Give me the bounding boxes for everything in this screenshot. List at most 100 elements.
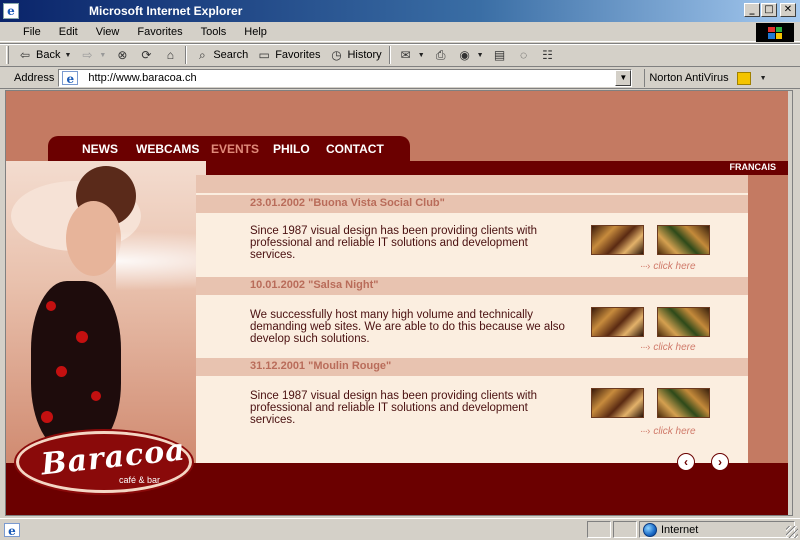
status-bar: e Internet (0, 518, 800, 540)
discuss-button[interactable]: ◌ (512, 45, 536, 65)
ie-icon[interactable]: e (3, 3, 19, 19)
history-label: History (347, 49, 382, 61)
stop-icon: ⊗ (117, 48, 128, 62)
nav-news[interactable]: NEWS (82, 142, 118, 156)
back-dropdown-icon[interactable]: ▼ (64, 52, 71, 59)
home-icon: ⌂ (166, 48, 174, 62)
back-button[interactable]: ⇦ Back ▼ (13, 45, 75, 65)
events-panel: 23.01.2002 "Buona Vista Social Club" Sin… (196, 175, 748, 463)
globe-icon (643, 522, 657, 537)
resize-grip[interactable] (786, 526, 798, 538)
dotted-arrow-icon: ···› (640, 426, 650, 437)
search-icon: ⌕ (198, 47, 206, 62)
nav-webcams[interactable]: WEBCAMS (136, 142, 199, 156)
norton-toolbar[interactable]: Norton AntiVirus ▼ (644, 69, 767, 87)
event-date: 10.01.2002 "Salsa Night" (250, 279, 379, 291)
event-description: We successfully host many high volume an… (250, 309, 565, 345)
scrollbar[interactable] (788, 91, 792, 515)
event-photo-thumbnail[interactable] (591, 225, 644, 255)
stop-button[interactable]: ⊗ (110, 45, 134, 65)
nav-philo[interactable]: PHILO (273, 142, 310, 156)
page-icon: e (62, 71, 79, 86)
event-photo-thumbnail[interactable] (657, 388, 710, 418)
history-icon: ◷ (331, 48, 342, 62)
click-here-link[interactable]: ···› click here (640, 342, 696, 353)
forward-arrow-icon: ⇨ (82, 48, 93, 62)
event-date: 31.12.2001 "Moulin Rouge" (250, 360, 392, 372)
mail-icon: ✉ (400, 48, 411, 62)
discuss-icon: ◌ (519, 48, 528, 62)
menu-favorites[interactable]: Favorites (128, 26, 191, 38)
logo-tagline: café & bar (119, 475, 161, 485)
media-dropdown-icon[interactable]: ▼ (477, 52, 484, 59)
hero-dancer-image (6, 161, 206, 464)
messenger-icon: ☷ (542, 48, 553, 62)
menu-help[interactable]: Help (235, 26, 276, 38)
address-bar: Address e http://www.baracoa.ch ▼ Norton… (0, 68, 800, 89)
printer-icon: ⎙ (435, 47, 446, 62)
title-bar: e Microsoft Internet Explorer _ □ ✕ (0, 0, 800, 22)
language-link[interactable]: FRANCAIS (730, 162, 777, 172)
event-photo-thumbnail[interactable] (591, 388, 644, 418)
favorites-folder-icon: ▭ (258, 48, 270, 62)
search-label: Search (213, 49, 249, 61)
nav-contact[interactable]: CONTACT (326, 142, 384, 156)
refresh-button[interactable]: ⟳ (134, 45, 158, 65)
media-button[interactable]: ◉ ▼ (453, 45, 488, 65)
dotted-arrow-icon: ···› (640, 261, 650, 272)
event-photo-thumbnail[interactable] (657, 307, 710, 337)
windows-logo-icon (756, 23, 794, 42)
mail-button[interactable]: ✉ ▼ (394, 45, 429, 65)
dotted-arrow-icon: ···› (640, 342, 650, 353)
search-button[interactable]: ⌕ Search (190, 45, 252, 65)
security-zone: Internet (639, 521, 698, 538)
menu-file[interactable]: File (14, 26, 50, 38)
maximize-button[interactable]: □ (761, 3, 777, 17)
site-nav: NEWS WEBCAMS EVENTS PHILO CONTACT (48, 136, 410, 161)
event-description: Since 1987 visual design has been provid… (250, 225, 538, 261)
address-label: Address (14, 72, 55, 84)
print-button[interactable]: ⎙ (429, 45, 453, 65)
favorites-button[interactable]: ▭ Favorites (252, 45, 324, 65)
click-here-link[interactable]: ···› click here (640, 261, 696, 272)
minimize-button[interactable]: _ (744, 3, 760, 17)
prev-page-button[interactable]: ‹ (677, 453, 695, 471)
norton-label: Norton AntiVirus (649, 72, 729, 84)
norton-dropdown-icon[interactable]: ▼ (760, 75, 767, 82)
edit-button[interactable]: ▤ (488, 45, 512, 65)
page-status-icon: e (4, 522, 20, 538)
edit-page-icon: ▤ (493, 48, 506, 62)
menu-view[interactable]: View (87, 26, 129, 38)
forward-button[interactable]: ⇨ ▼ (75, 45, 110, 65)
menu-tools[interactable]: Tools (192, 26, 236, 38)
address-dropdown-icon[interactable]: ▼ (615, 70, 632, 86)
event-description: Since 1987 visual design has been provid… (250, 390, 538, 426)
norton-shield-icon[interactable] (736, 71, 751, 85)
menu-bar: File Edit View Favorites Tools Help (0, 22, 800, 42)
close-button[interactable]: ✕ (780, 3, 796, 17)
window-title: Microsoft Internet Explorer (89, 4, 243, 18)
next-page-button[interactable]: › (711, 453, 729, 471)
media-icon: ◉ (459, 48, 470, 62)
home-button[interactable]: ⌂ (158, 45, 182, 65)
standard-toolbar: ⇦ Back ▼ ⇨ ▼ ⊗ ⟳ ⌂ ⌕ Search ▭ Favorites … (0, 43, 800, 67)
page-viewport: NEWS WEBCAMS EVENTS PHILO CONTACT FRANCA… (5, 90, 793, 516)
event-photo-thumbnail[interactable] (657, 225, 710, 255)
address-url[interactable]: http://www.baracoa.ch (88, 72, 196, 84)
nav-events[interactable]: EVENTS (211, 142, 259, 156)
click-here-link[interactable]: ···› click here (640, 426, 696, 437)
messenger-button[interactable]: ☷ (536, 45, 560, 65)
forward-dropdown-icon[interactable]: ▼ (99, 52, 106, 59)
zone-label: Internet (661, 523, 699, 536)
refresh-icon: ⟳ (141, 48, 152, 62)
window-controls: _ □ ✕ (744, 3, 796, 17)
favorites-label: Favorites (275, 49, 321, 61)
address-input[interactable]: e http://www.baracoa.ch ▼ (58, 69, 633, 87)
history-button[interactable]: ◷ History (324, 45, 385, 65)
back-arrow-icon: ⇦ (19, 48, 31, 62)
baracoa-logo[interactable]: Baracoa café & bar (16, 431, 192, 493)
mail-dropdown-icon[interactable]: ▼ (418, 52, 425, 59)
menu-edit[interactable]: Edit (50, 26, 87, 38)
back-label: Back (36, 49, 61, 61)
event-photo-thumbnail[interactable] (591, 307, 644, 337)
